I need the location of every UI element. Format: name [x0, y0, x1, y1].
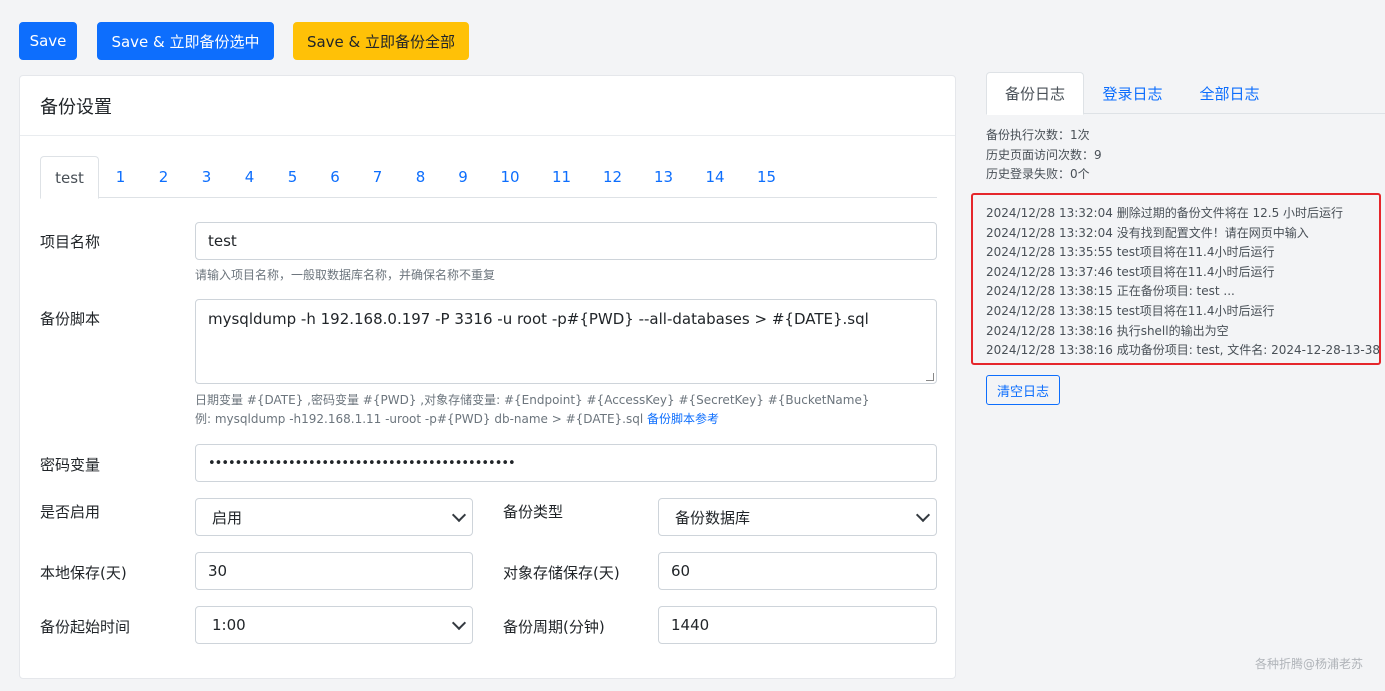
tab-13[interactable]: 13	[638, 156, 689, 198]
log-line: 2024/12/28 13:37:46 test项目将在11.4小时后运行	[986, 264, 1275, 279]
chevron-down-icon	[451, 507, 467, 523]
log-line: 2024/12/28 13:32:04 没有找到配置文件！请在网页中输入	[986, 225, 1309, 240]
period-label: 备份周期(分钟)	[503, 618, 605, 636]
script-reference-link[interactable]: 备份脚本参考	[647, 412, 719, 426]
log-stats: 备份执行次数：1次 历史页面访问次数：9 历史登录失败：0个	[986, 126, 1102, 185]
save-backup-all-button[interactable]: Save & 立即备份全部	[293, 22, 469, 60]
watermark: 各种折腾@杨浦老苏	[1254, 657, 1363, 671]
tab-login-log[interactable]: 登录日志	[1084, 72, 1181, 114]
script-label: 备份脚本	[40, 310, 101, 328]
tab-5[interactable]: 5	[271, 156, 314, 198]
tab-10[interactable]: 10	[484, 156, 536, 198]
period-input[interactable]: 1440	[658, 606, 937, 644]
tab-4[interactable]: 4	[228, 156, 271, 198]
log-line: 2024/12/28 13:38:16 成功备份项目: test, 文件名: 2…	[986, 343, 1381, 358]
tab-7[interactable]: 7	[356, 156, 399, 198]
oss-keep-input[interactable]: 60	[658, 552, 937, 590]
tab-14[interactable]: 14	[689, 156, 741, 198]
log-line: 2024/12/28 13:35:55 test项目将在11.4小时后运行	[986, 245, 1275, 260]
tab-15[interactable]: 15	[741, 156, 792, 198]
project-tabs: test 1 2 3 4 5 6 7 8 9 10 11 12 13 14 15	[40, 156, 937, 199]
chevron-down-icon	[915, 507, 931, 523]
tab-backup-log[interactable]: 备份日志	[986, 72, 1084, 115]
tab-6[interactable]: 6	[314, 156, 356, 198]
tab-all-log[interactable]: 全部日志	[1181, 72, 1278, 114]
log-list: 2024/12/28 13:32:04 删除过期的备份文件将在 12.5 小时后…	[971, 193, 1381, 365]
log-tabs: 备份日志 登录日志 全部日志	[986, 72, 1385, 115]
log-line: 2024/12/28 13:38:15 test项目将在11.4小时后运行	[986, 303, 1275, 318]
project-name-help: 请输入项目名称，一般取数据库名称，并确保名称不重复	[195, 268, 496, 282]
save-button[interactable]: Save	[19, 22, 77, 60]
script-example-text: 例: mysqldump -h192.168.1.11 -uroot -p#{P…	[195, 412, 644, 426]
script-text: mysqldump -h 192.168.0.197 -P 3316 -u ro…	[208, 310, 869, 328]
enabled-value: 启用	[212, 508, 243, 527]
card-title: 备份设置	[20, 76, 955, 136]
project-name-label: 项目名称	[40, 233, 101, 251]
enabled-select[interactable]: 启用	[195, 498, 473, 536]
tab-9[interactable]: 9	[442, 156, 484, 198]
log-line: 2024/12/28 13:32:04 删除过期的备份文件将在 12.5 小时后…	[986, 206, 1344, 220]
backup-type-label: 备份类型	[503, 503, 564, 521]
tab-12[interactable]: 12	[587, 156, 638, 198]
local-keep-input[interactable]: 30	[195, 552, 473, 590]
script-help-example: 例: mysqldump -h192.168.1.11 -uroot -p#{P…	[195, 410, 719, 427]
backup-type-select[interactable]: 备份数据库	[658, 498, 937, 536]
stat-page-visits: 历史页面访问次数：9	[986, 147, 1102, 162]
stat-login-failures: 历史登录失败：0个	[986, 167, 1090, 181]
tab-1[interactable]: 1	[99, 156, 142, 198]
tab-test[interactable]: test	[40, 156, 99, 199]
tab-2[interactable]: 2	[142, 156, 185, 198]
enabled-label: 是否启用	[40, 503, 101, 521]
start-time-select[interactable]: 1:00	[195, 606, 473, 644]
backup-type-value: 备份数据库	[675, 508, 751, 527]
log-line: 2024/12/28 13:38:16 执行shell的输出为空	[986, 323, 1229, 338]
script-textarea[interactable]: mysqldump -h 192.168.0.197 -P 3316 -u ro…	[195, 299, 937, 384]
tab-3[interactable]: 3	[185, 156, 228, 198]
password-input[interactable]: ••••••••••••••••••••••••••••••••••••••••…	[195, 444, 937, 482]
tab-8[interactable]: 8	[399, 156, 442, 198]
start-time-value: 1:00	[212, 616, 246, 634]
chevron-down-icon	[451, 615, 467, 631]
save-backup-selected-button[interactable]: Save & 立即备份选中	[97, 22, 274, 60]
local-keep-label: 本地保存(天)	[40, 564, 127, 582]
clear-log-button[interactable]: 清空日志	[986, 375, 1060, 405]
script-help-vars: 日期变量 #{DATE} ,密码变量 #{PWD} ,对象存储变量: #{End…	[195, 393, 870, 407]
project-name-input[interactable]: test	[195, 222, 937, 260]
start-time-label: 备份起始时间	[40, 618, 131, 636]
log-line: 2024/12/28 13:38:15 正在备份项目: test ...	[986, 284, 1235, 299]
stat-backup-count: 备份执行次数：1次	[986, 128, 1090, 142]
tab-11[interactable]: 11	[536, 156, 587, 198]
password-label: 密码变量	[40, 456, 101, 474]
backup-settings-card: 备份设置 test 1 2 3 4 5 6 7 8 9 10 11 12 13 …	[19, 75, 956, 679]
resize-grip-icon[interactable]	[926, 373, 934, 381]
oss-keep-label: 对象存储保存(天)	[503, 564, 620, 582]
